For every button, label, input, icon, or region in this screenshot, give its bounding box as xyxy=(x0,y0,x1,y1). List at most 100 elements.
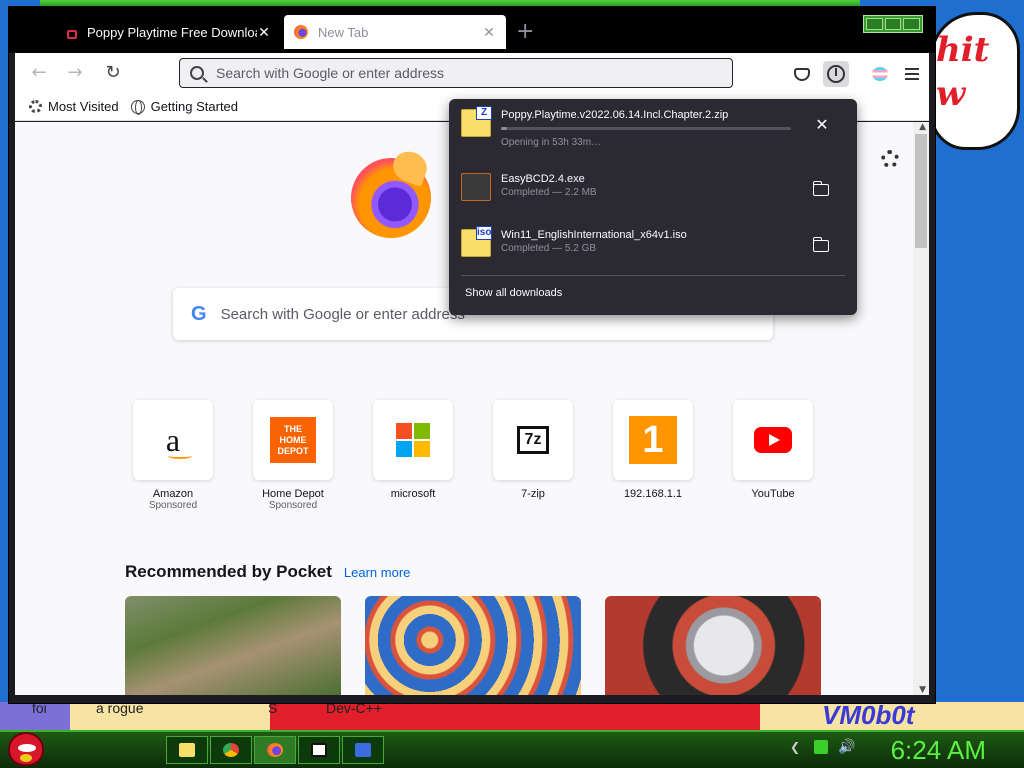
gear-icon[interactable] xyxy=(881,150,899,168)
pocket-card-image[interactable] xyxy=(125,596,341,695)
globe-icon xyxy=(130,99,145,115)
clock[interactable]: 6:24 AM xyxy=(891,732,986,768)
tab-new-tab[interactable]: New Tab ✕ xyxy=(284,15,506,49)
top-site-amazon[interactable]: a Amazon Sponsored xyxy=(133,400,213,511)
tile-sponsored: Sponsored xyxy=(148,500,198,511)
iso-file-icon: iso xyxy=(461,226,492,257)
hamburger-line xyxy=(905,78,919,80)
installer-icon xyxy=(355,743,371,757)
chevron-up-icon[interactable]: ▲ xyxy=(919,122,926,132)
pocket-title: Recommended by Pocket xyxy=(125,562,332,581)
search-placeholder: Search with Google or enter address xyxy=(220,305,465,323)
tile-label: microsoft xyxy=(390,488,436,500)
hamburger-line xyxy=(905,73,919,75)
ms-square xyxy=(414,441,430,457)
taskbar-file-explorer[interactable] xyxy=(166,736,208,764)
seven-zip-icon: 7z xyxy=(517,426,549,454)
download-item[interactable]: EasyBCD2.4.exe Completed — 2.2 MB xyxy=(461,167,847,217)
youtube-icon xyxy=(754,427,792,453)
maximize-button[interactable] xyxy=(884,18,902,30)
pocket-cards xyxy=(125,596,821,695)
learn-more-link[interactable]: Learn more xyxy=(344,565,410,580)
reload-button[interactable]: ↻ xyxy=(101,61,125,85)
top-site-microsoft[interactable]: microsoft xyxy=(373,400,453,511)
download-item[interactable]: Z Poppy.Playtime.v2022.06.14.Incl.Chapte… xyxy=(461,103,847,153)
downloads-panel: Z Poppy.Playtime.v2022.06.14.Incl.Chapte… xyxy=(449,99,857,315)
close-icon[interactable]: ✕ xyxy=(813,117,831,135)
url-bar[interactable]: Search with Google or enter address xyxy=(179,58,733,88)
pocket-button[interactable] xyxy=(789,61,815,87)
pocket-card-image[interactable] xyxy=(605,596,821,695)
ms-square xyxy=(396,423,412,439)
download-name: EasyBCD2.4.exe xyxy=(501,173,585,185)
search-icon xyxy=(190,66,204,80)
scroll-thumb[interactable] xyxy=(915,134,927,248)
chevron-left-icon[interactable]: ❮ xyxy=(790,740,804,754)
start-button[interactable] xyxy=(8,732,44,766)
chrome-icon xyxy=(223,743,239,757)
close-window-button[interactable] xyxy=(903,18,921,30)
tile-sponsored: Sponsored xyxy=(268,500,318,511)
show-all-downloads-button[interactable]: Show all downloads xyxy=(465,287,562,299)
open-folder-button[interactable] xyxy=(812,181,831,199)
menu-button[interactable] xyxy=(899,61,925,87)
browser-window: Poppy Playtime Free Download ✕ New Tab ✕… xyxy=(8,6,936,704)
firefox-icon xyxy=(294,25,308,39)
top-site-7zip[interactable]: 7z 7-zip xyxy=(493,400,573,511)
hamburger-icon xyxy=(905,68,919,70)
window-controls xyxy=(863,15,923,33)
home-depot-icon: THE HOME DEPOT xyxy=(270,417,316,463)
strip-text-2: a rogue xyxy=(96,702,144,716)
ms-square xyxy=(414,423,430,439)
network-icon[interactable] xyxy=(814,740,828,754)
new-tab-button[interactable]: + xyxy=(516,19,534,45)
gear-icon xyxy=(29,100,42,113)
seven-zip-icon xyxy=(311,743,327,757)
download-status: Completed — 2.2 MB xyxy=(501,187,597,198)
microsoft-icon xyxy=(396,423,430,457)
taskbar-apps xyxy=(166,736,384,764)
downloads-button[interactable] xyxy=(823,61,849,87)
volume-icon[interactable]: 🔊 xyxy=(838,740,855,754)
close-icon[interactable]: ✕ xyxy=(257,24,271,41)
tile-label: Amazon xyxy=(152,488,194,500)
tile-label: Home Depot xyxy=(262,488,324,500)
divider xyxy=(461,275,845,276)
tab-poppy-playtime[interactable]: Poppy Playtime Free Download ✕ xyxy=(57,15,281,49)
minimize-button[interactable] xyxy=(866,18,883,30)
bookmark-getting-started[interactable]: Getting Started xyxy=(130,99,238,115)
download-name: Poppy.Playtime.v2022.06.14.Incl.Chapter.… xyxy=(501,109,729,121)
file-badge: iso xyxy=(476,226,492,240)
top-sites: a Amazon Sponsored THE HOME DEPOT Home D… xyxy=(133,400,813,511)
firefox-icon xyxy=(267,743,283,757)
taskbar-chrome[interactable] xyxy=(210,736,252,764)
tile-box xyxy=(373,400,453,480)
download-progress-fill xyxy=(501,127,507,130)
account-button[interactable] xyxy=(867,61,893,87)
pocket-card-image[interactable] xyxy=(365,596,581,695)
tile-box: 1 xyxy=(613,400,693,480)
lock-icon xyxy=(67,30,77,39)
top-site-router[interactable]: 1 192.168.1.1 xyxy=(613,400,693,511)
download-clock-icon xyxy=(827,65,845,83)
file-explorer-icon xyxy=(179,743,195,757)
forward-button[interactable]: → xyxy=(63,61,87,85)
speech-bubble-text: hit w xyxy=(936,30,990,114)
zip-file-icon: Z xyxy=(461,106,492,137)
download-name: Win11_EnglishInternational_x64v1.iso xyxy=(501,229,687,241)
taskbar-firefox[interactable] xyxy=(254,736,296,764)
download-item[interactable]: iso Win11_EnglishInternational_x64v1.iso… xyxy=(461,223,847,273)
back-button[interactable]: ← xyxy=(27,61,51,85)
open-folder-button[interactable] xyxy=(812,237,831,255)
top-site-youtube[interactable]: YouTube xyxy=(733,400,813,511)
taskbar-7zip[interactable] xyxy=(298,736,340,764)
chevron-down-icon[interactable]: ▼ xyxy=(919,685,926,695)
nav-bar: ← → ↻ Search with Google or enter addres… xyxy=(15,53,929,93)
scrollbar[interactable]: ▲ ▼ xyxy=(913,122,929,695)
taskbar-installer[interactable] xyxy=(342,736,384,764)
folder-icon xyxy=(812,181,829,196)
top-site-home-depot[interactable]: THE HOME DEPOT Home Depot Sponsored xyxy=(253,400,333,511)
bookmark-most-visited[interactable]: Most Visited xyxy=(29,99,119,114)
tile-label: YouTube xyxy=(751,488,795,500)
close-icon[interactable]: ✕ xyxy=(482,24,496,41)
